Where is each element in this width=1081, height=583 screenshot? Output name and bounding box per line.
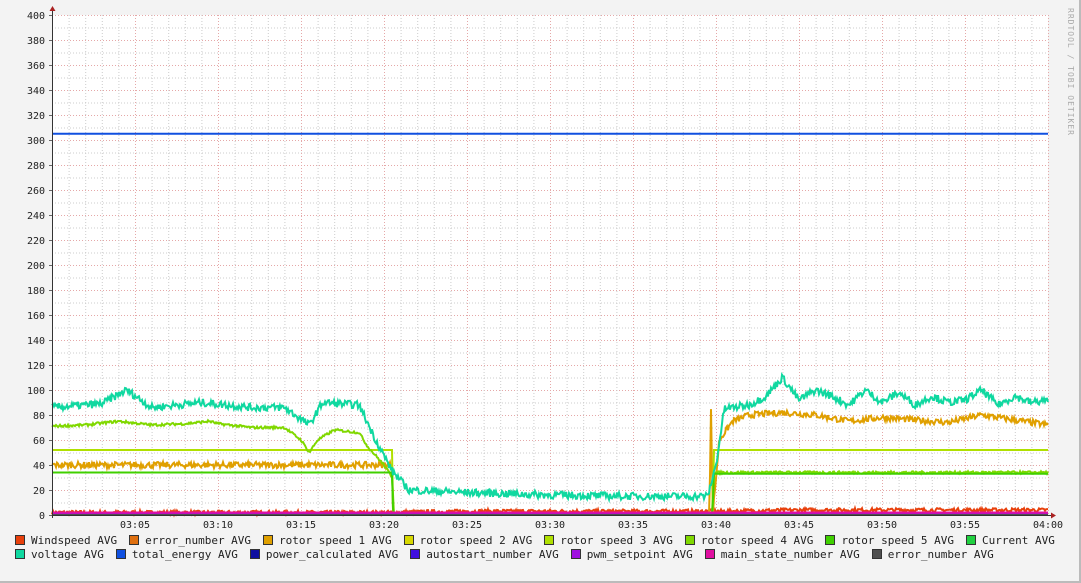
legend-item: Windspeed AVG: [15, 534, 117, 548]
x-tick-label: 03:35: [618, 520, 648, 530]
legend-label: rotor speed 3 AVG: [560, 534, 673, 547]
legend-item: total_energy AVG: [115, 548, 238, 562]
y-tick-label: 140: [27, 336, 45, 347]
legend-label: error_number AVG: [145, 534, 252, 547]
x-tick-label: 03:15: [286, 520, 316, 530]
y-tick-label: 80: [33, 411, 45, 422]
legend-item: power_calculated AVG: [249, 548, 399, 562]
legend-item: pwm_setpoint AVG: [570, 548, 693, 562]
legend-label: voltage AVG: [31, 548, 104, 561]
legend-label: rotor speed 1 AVG: [279, 534, 392, 547]
x-tick-label: 03:05: [120, 520, 150, 530]
legend-swatch: [15, 549, 25, 559]
y-tick-label: 220: [27, 236, 45, 247]
legend-item: main_state_number AVG: [704, 548, 860, 562]
y-tick-label: 280: [27, 161, 45, 172]
legend-swatch: [966, 535, 977, 545]
legend-label: rotor speed 5 AVG: [841, 534, 955, 547]
legend-label: error_number AVG: [887, 548, 994, 561]
watermark: RRDTOOL / TOBI OETIKER: [1066, 8, 1075, 136]
legend-swatch: [871, 549, 882, 559]
legend-swatch: [825, 535, 836, 545]
legend-item: error_number AVG: [129, 534, 251, 548]
legend-label: total_energy AVG: [131, 548, 238, 561]
y-tick-label: 40: [33, 461, 45, 472]
legend-label: main_state_number AVG: [720, 548, 860, 561]
legend-item: autostart_number AVG: [410, 548, 559, 562]
x-tick-label: 03:55: [950, 520, 980, 530]
y-tick-label: 240: [27, 211, 45, 222]
legend-label: Windspeed AVG: [31, 534, 118, 547]
y-tick-label: 180: [27, 286, 45, 297]
y-tick-label: 20: [33, 486, 45, 497]
y-tick-label: 260: [27, 186, 45, 197]
y-tick-label: 340: [27, 86, 45, 97]
legend-swatch: [15, 535, 25, 545]
legend-swatch: [403, 535, 414, 545]
x-axis-arrow-icon: [1051, 512, 1056, 519]
legend-swatch: [704, 549, 715, 559]
y-tick-label: 200: [27, 261, 45, 272]
legend-item: rotor speed 5 AVG: [825, 534, 954, 548]
x-tick-label: 03:50: [867, 520, 897, 530]
legend-label: pwm_setpoint AVG: [586, 548, 693, 561]
legend-item: voltage AVG: [15, 548, 104, 562]
y-tick-label: 320: [27, 111, 45, 122]
y-tick-label: 360: [27, 61, 45, 72]
legend-swatch: [129, 535, 140, 545]
y-tick-label: 160: [27, 311, 45, 322]
legend-item: rotor speed 2 AVG: [403, 534, 533, 548]
x-tick-label: 03:45: [784, 520, 814, 530]
y-tick-label: 380: [27, 36, 45, 47]
y-tick-label: 60: [33, 436, 45, 447]
legend-swatch: [570, 549, 581, 559]
legend-label: rotor speed 4 AVG: [700, 534, 814, 547]
y-tick-label: 120: [27, 361, 45, 372]
legend: Windspeed AVG error_number AVG rotor speed…: [15, 534, 1075, 562]
legend-item: rotor speed 3 AVG: [544, 534, 673, 548]
legend-label: rotor speed 2 AVG: [419, 534, 533, 547]
y-tick-label: 100: [27, 386, 45, 397]
x-tick-label: 03:10: [203, 520, 233, 530]
legend-swatch: [410, 549, 421, 559]
legend-label: power_calculated AVG: [265, 548, 399, 561]
legend-label: Current AVG: [982, 534, 1055, 547]
x-tick-label: 03:20: [369, 520, 399, 530]
legend-swatch: [544, 535, 555, 545]
rrd-graph: 0 20 40 60 80 100 120 140 160 180 200 220 240 260 280 3…: [0, 0, 1081, 583]
legend-label: autostart_number AVG: [426, 548, 559, 561]
y-tick-label: 0: [39, 511, 45, 522]
x-tick-label: 03:40: [701, 520, 731, 530]
legend-item: rotor speed 4 AVG: [684, 534, 814, 548]
legend-item: error_number AVG: [871, 548, 994, 562]
y-axis-arrow-icon: [49, 6, 56, 11]
chart-svg: 0 20 40 60 80 100 120 140 160 180 200 220 240 260 280 3…: [27, 6, 1063, 531]
legend-item: Current AVG: [966, 534, 1055, 548]
x-tick-label: 03:30: [535, 520, 565, 530]
legend-swatch: [115, 549, 126, 559]
legend-swatch: [684, 535, 695, 545]
grid: [52, 15, 1049, 516]
x-tick-label: 03:25: [452, 520, 482, 530]
y-tick-label: 300: [27, 136, 45, 147]
x-tick-label: 04:00: [1033, 520, 1063, 530]
y-tick-label: 400: [27, 11, 45, 22]
legend-swatch: [249, 549, 260, 559]
legend-swatch: [263, 535, 274, 545]
legend-item: rotor speed 1 AVG: [263, 534, 392, 548]
